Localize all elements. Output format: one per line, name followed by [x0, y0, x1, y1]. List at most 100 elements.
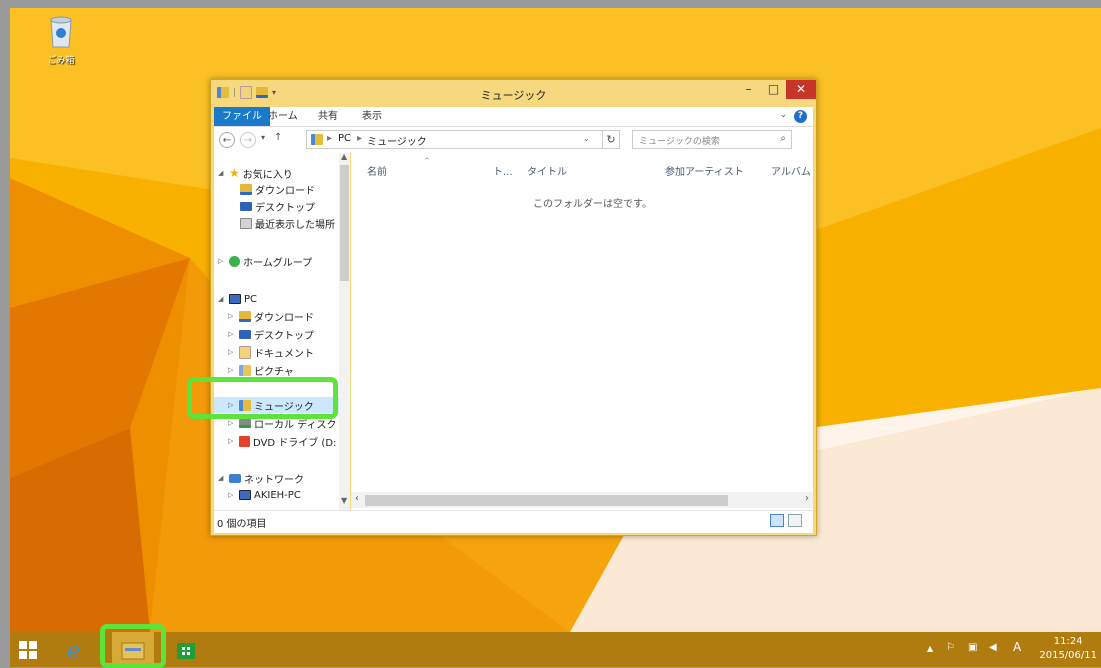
nav-favorites[interactable]: ◢ ★ お気に入り — [218, 165, 293, 181]
details-view-button[interactable] — [770, 514, 784, 527]
nav-fav-downloads[interactable]: ダウンロード — [240, 181, 315, 197]
maximize-button[interactable]: □ — [761, 80, 786, 99]
column-header-album[interactable]: アルバム — [771, 163, 811, 178]
navigation-pane: ◢ ★ お気に入り ダウンロード デスクトップ 最近表示した場所 ▷ ホームグル… — [214, 153, 350, 510]
computer-icon — [239, 490, 251, 500]
refresh-button[interactable]: ↻ — [602, 130, 620, 149]
expand-arrow-icon[interactable]: ▷ — [218, 257, 226, 265]
collapse-arrow-icon[interactable]: ◢ — [218, 474, 226, 482]
show-hidden-icons-icon[interactable]: ▲ — [927, 644, 933, 653]
nav-pc-downloads[interactable]: ▷ ダウンロード — [228, 308, 314, 324]
recent-locations-icon[interactable]: ▾ — [261, 133, 265, 142]
volume-muted-icon[interactable]: ◀ — [989, 642, 997, 653]
tab-home[interactable]: ホーム — [260, 107, 306, 126]
help-icon[interactable]: ? — [794, 110, 807, 123]
nav-pc-pictures[interactable]: ▷ ピクチャ — [228, 362, 294, 378]
network-tray-icon[interactable]: ▣ — [968, 642, 977, 653]
nav-pc-dvd[interactable]: ▷ DVD ドライブ (D: — [228, 433, 336, 449]
collapse-arrow-icon[interactable]: ◢ — [218, 295, 226, 303]
expand-arrow-icon[interactable]: ▷ — [228, 437, 236, 445]
downloads-folder-icon — [240, 183, 252, 195]
nav-pc[interactable]: ◢ PC — [218, 291, 257, 307]
action-center-flag-icon[interactable]: ⚐ — [946, 642, 955, 653]
clock-date: 2015/06/11 — [1039, 650, 1097, 661]
breadcrumb-music[interactable]: ミュージック — [367, 133, 427, 148]
tab-share[interactable]: 共有 — [310, 107, 346, 126]
dvd-drive-icon — [239, 435, 250, 447]
scroll-up-icon[interactable]: ▲ — [341, 153, 347, 161]
recycle-bin-icon — [50, 16, 72, 48]
close-button[interactable]: ✕ — [786, 80, 816, 99]
ribbon-tabs: ファイル ホーム 共有 表示 ⌄ ? — [214, 107, 813, 127]
up-button[interactable]: ↑ — [274, 132, 282, 143]
windows-logo-icon — [18, 640, 37, 659]
nav-network-akieh-pc[interactable]: ▷ AKIEH-PC — [228, 487, 301, 503]
ime-mode-indicator[interactable]: A — [1013, 640, 1021, 654]
title-bar[interactable]: | ▾ ミュージック – □ ✕ — [211, 80, 816, 107]
highlight-music-nav — [187, 377, 338, 419]
store-button[interactable] — [170, 632, 202, 667]
scroll-left-icon[interactable]: ‹ — [355, 493, 359, 504]
horizontal-scrollbar-thumb[interactable] — [365, 495, 728, 506]
column-header-artists[interactable]: 参加アーティスト — [665, 163, 744, 178]
search-input[interactable]: ミュージックの検索 — [639, 134, 720, 147]
desktop-folder-icon — [239, 329, 251, 339]
expand-arrow-icon[interactable]: ▷ — [228, 330, 236, 338]
pc-icon — [229, 294, 241, 304]
internet-explorer-button[interactable]: e — [58, 632, 94, 667]
collapse-arrow-icon[interactable]: ◢ — [218, 169, 226, 177]
desktop: ごみ箱 | ▾ ミュージック – □ ✕ ファイル ホーム 共有 表示 ⌄ ? — [10, 8, 1101, 632]
column-header-track[interactable]: ト... — [493, 163, 513, 178]
search-box[interactable]: ミュージックの検索 ⌕ — [632, 130, 792, 149]
store-icon — [177, 642, 195, 659]
recycle-bin-label: ごみ箱 — [47, 56, 75, 66]
forward-button[interactable]: → — [240, 132, 256, 148]
nav-scrollbar-thumb[interactable] — [340, 165, 349, 281]
column-header-title[interactable]: タイトル — [527, 163, 567, 178]
status-bar: 0 個の項目 — [214, 510, 813, 533]
clock[interactable]: 11:24 2015/06/11 — [1039, 635, 1097, 663]
nav-pc-desktop[interactable]: ▷ デスクトップ — [228, 326, 314, 342]
search-icon[interactable]: ⌕ — [780, 133, 786, 144]
nav-homegroup[interactable]: ▷ ホームグループ — [218, 253, 312, 269]
minimize-button[interactable]: – — [736, 80, 761, 99]
address-bar[interactable]: ▸ PC ▸ ミュージック ⌄ — [306, 130, 620, 149]
horizontal-scrollbar[interactable]: ‹ › — [351, 492, 813, 508]
desktop-folder-icon — [240, 201, 252, 211]
folder-music-icon — [311, 134, 323, 145]
local-disk-icon — [239, 418, 251, 428]
nav-network[interactable]: ◢ ネットワーク — [218, 470, 304, 486]
expand-arrow-icon[interactable]: ▷ — [228, 419, 236, 427]
homegroup-icon — [229, 255, 240, 267]
scroll-down-icon[interactable]: ▼ — [341, 496, 347, 505]
downloads-folder-icon — [239, 310, 251, 322]
recent-places-icon — [240, 217, 252, 229]
nav-pc-documents[interactable]: ▷ ドキュメント — [228, 344, 314, 360]
nav-fav-desktop[interactable]: デスクトップ — [240, 198, 315, 214]
file-list-pane[interactable]: ^ 名前 ト... タイトル 参加アーティスト アルバム このフォルダーは空です… — [351, 153, 813, 510]
expand-arrow-icon[interactable]: ▷ — [228, 312, 236, 320]
address-row: ← → ▾ ↑ ▸ PC ▸ ミュージック ⌄ ↻ ミュージックの検索 ⌕ — [214, 127, 813, 153]
start-button[interactable] — [10, 632, 45, 667]
window-title: ミュージック — [480, 89, 547, 102]
nav-fav-recent[interactable]: 最近表示した場所 — [240, 215, 335, 231]
tab-view[interactable]: 表示 — [354, 107, 390, 126]
explorer-window: | ▾ ミュージック – □ ✕ ファイル ホーム 共有 表示 ⌄ ? ← → … — [210, 79, 817, 536]
column-header-name[interactable]: 名前 — [367, 163, 387, 178]
nav-scrollbar[interactable]: ▲ ▼ — [339, 153, 350, 510]
sort-indicator-icon: ^ — [424, 157, 430, 165]
recycle-bin[interactable]: ごみ箱 — [37, 14, 85, 66]
network-icon — [229, 473, 241, 483]
expand-arrow-icon[interactable]: ▷ — [228, 366, 236, 374]
address-dropdown-icon[interactable]: ⌄ — [583, 134, 590, 143]
svg-text:e: e — [67, 639, 80, 662]
large-icons-view-button[interactable] — [788, 514, 802, 527]
expand-arrow-icon[interactable]: ▷ — [228, 348, 236, 356]
internet-explorer-icon: e — [67, 639, 80, 662]
expand-arrow-icon[interactable]: ▷ — [228, 491, 236, 499]
scroll-right-icon[interactable]: › — [805, 493, 809, 504]
breadcrumb-separator: ▸ — [357, 133, 363, 144]
breadcrumb-pc[interactable]: PC — [338, 133, 351, 144]
back-button[interactable]: ← — [219, 132, 235, 148]
expand-ribbon-icon[interactable]: ⌄ — [779, 110, 787, 120]
